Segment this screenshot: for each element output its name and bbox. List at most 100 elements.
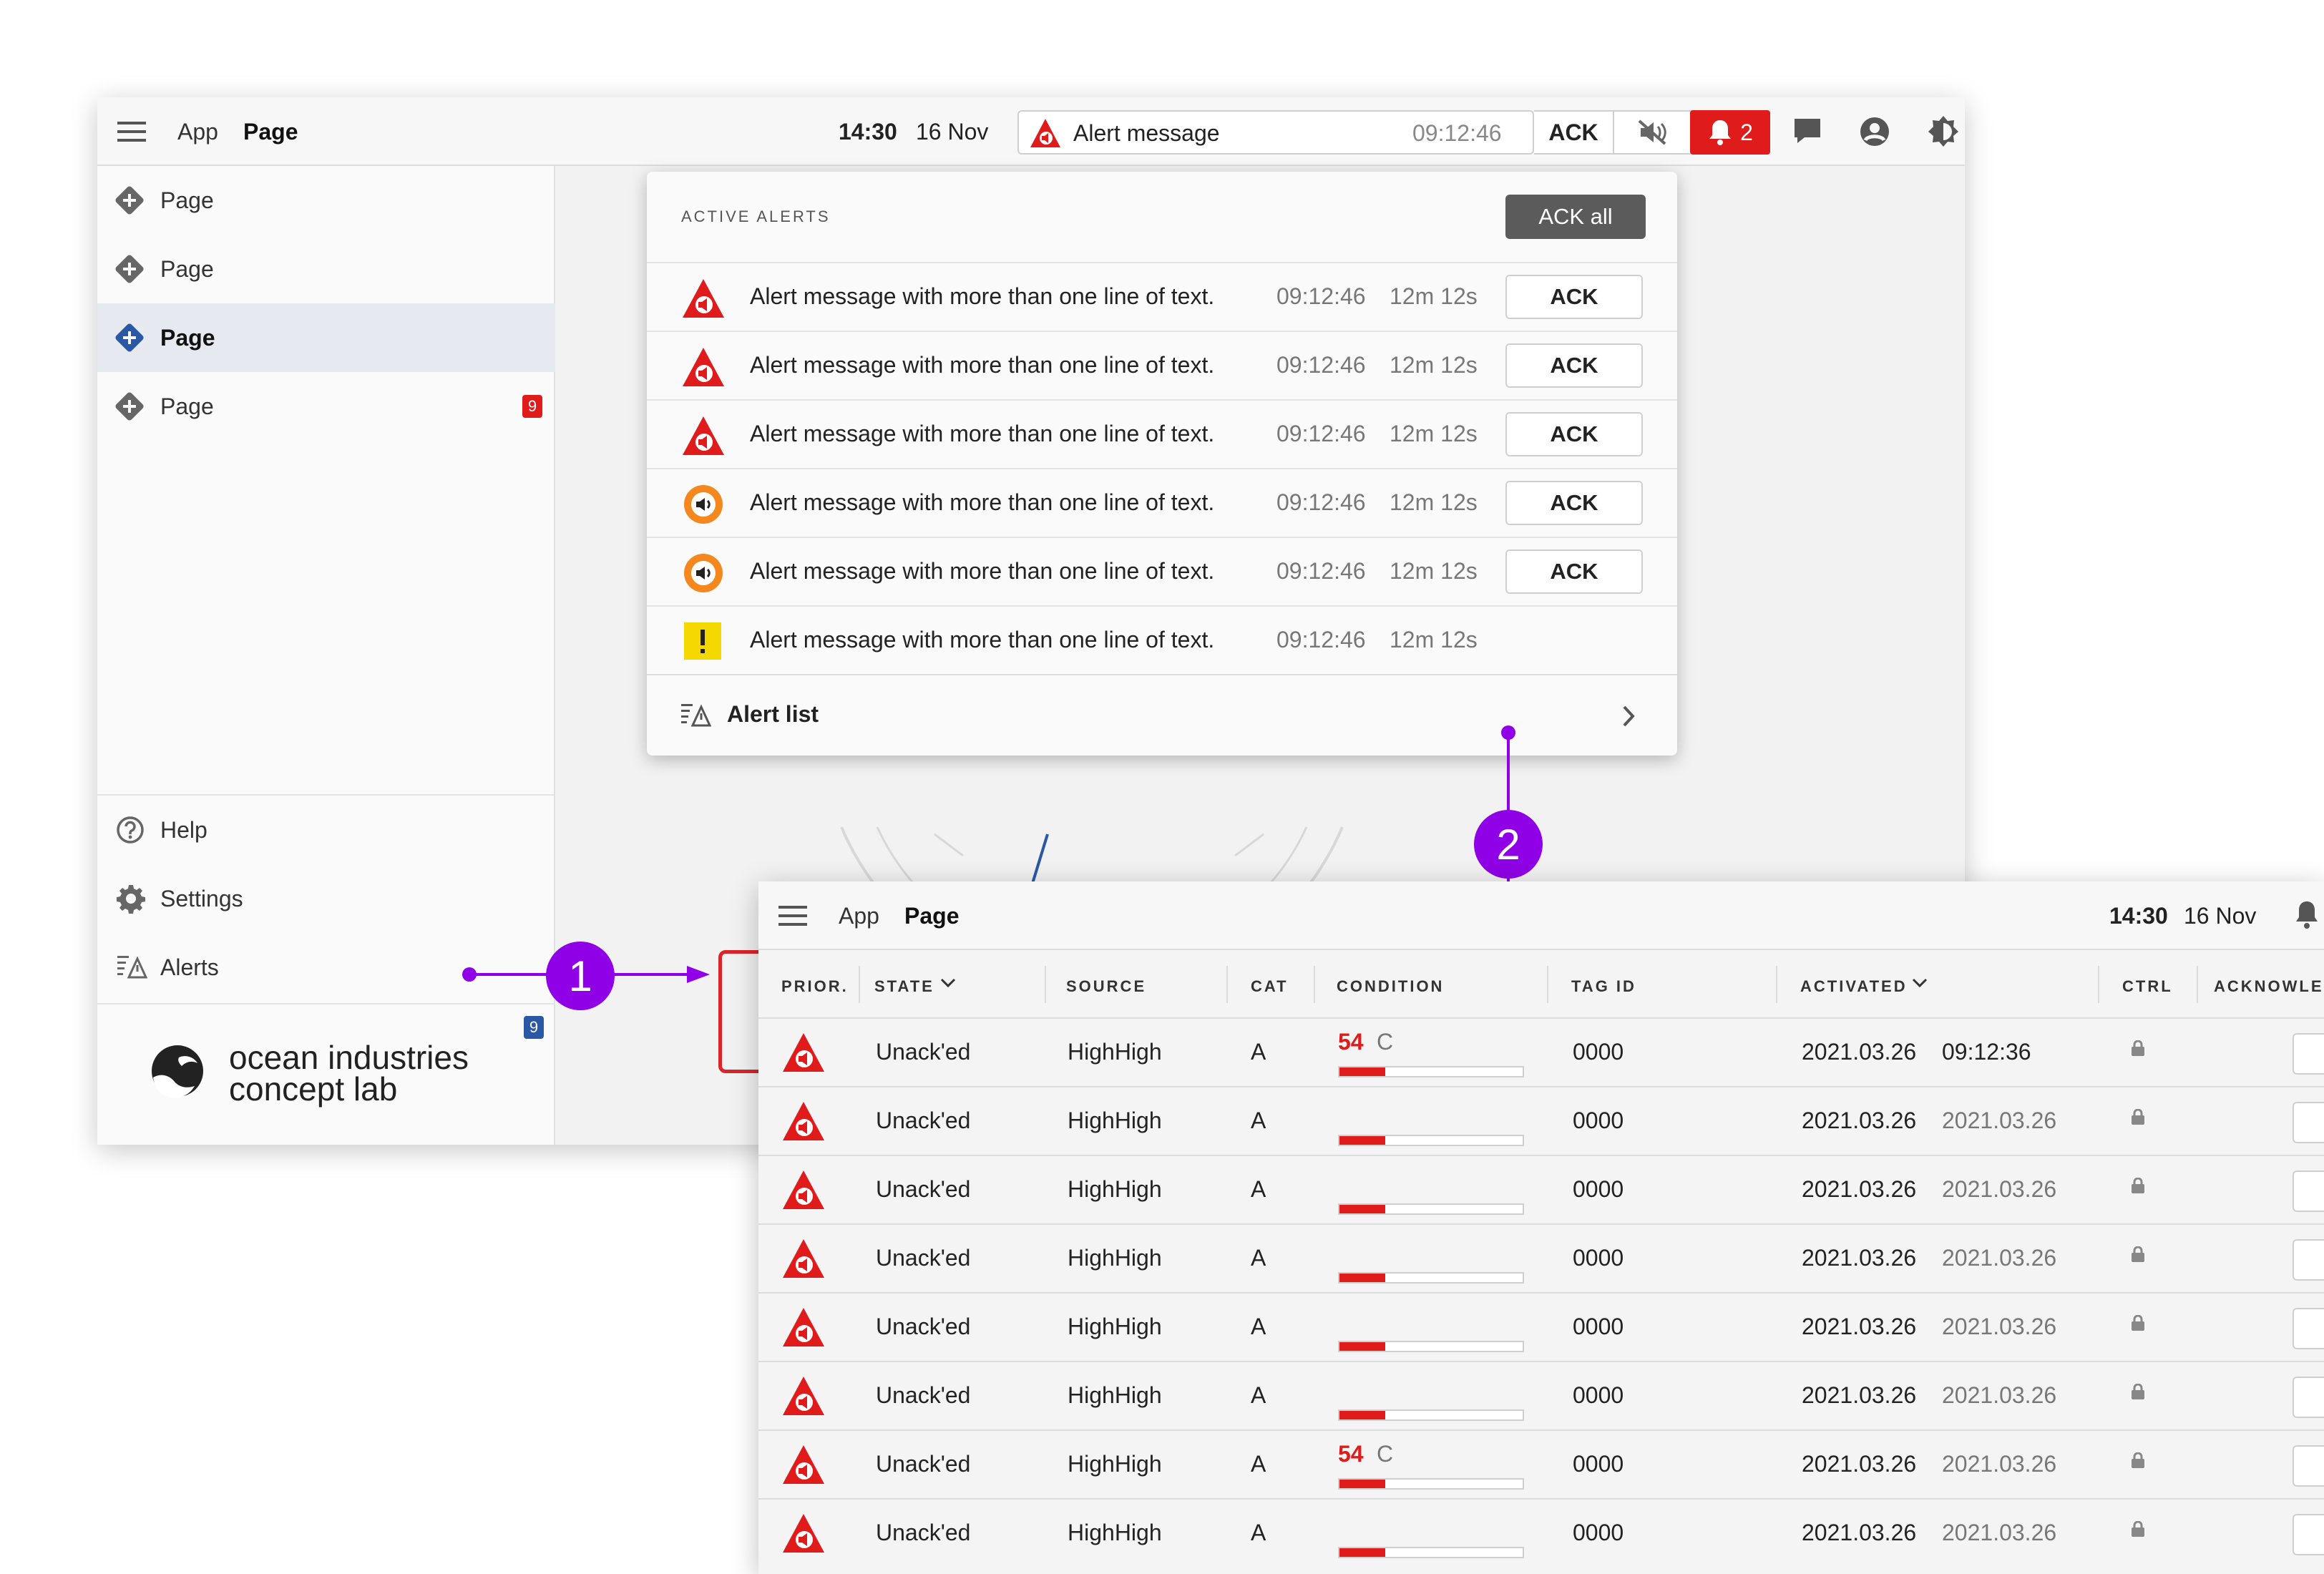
alert-message: Alert message with more than one line of… — [750, 283, 1215, 309]
lock-icon — [2132, 1040, 2144, 1056]
panel-title: ACTIVE ALERTS — [681, 207, 831, 225]
cell-activated-time: 09:12:36 — [1942, 1039, 2031, 1065]
alert-duration: 12m 12s — [1390, 558, 1478, 584]
cell-state: Unack'ed — [876, 1108, 971, 1133]
alert-message: Alert message with more than one line of… — [750, 421, 1215, 446]
top-bar: App Page 14:30 16 Nov Alert message 09:1… — [97, 97, 1965, 166]
sidebar-item-page-3[interactable]: Page — [97, 303, 555, 372]
row-ack-button[interactable] — [2293, 1377, 2324, 1418]
row-ack-button[interactable] — [2293, 1102, 2324, 1143]
table-row[interactable]: Unack'ed HighHigh A 0000 2021.03.26 2021.03.2… — [758, 1361, 2324, 1429]
alert-list-icon — [681, 704, 711, 727]
sidebar-item-help[interactable]: Help — [97, 796, 555, 864]
row-ack-button[interactable] — [2293, 1170, 2324, 1212]
row-ack-button[interactable] — [2293, 1514, 2324, 1555]
table-row[interactable]: Unack'ed HighHigh A 54 C 0000 2021.03.26 2021.0… — [758, 1429, 2324, 1498]
cell-activated-time: 2021.03.26 — [1942, 1451, 2057, 1477]
column-header-ctrl[interactable]: CTRL — [2122, 977, 2173, 996]
alert-row[interactable]: Alert message with more than one line of… — [647, 331, 1677, 399]
table-row[interactable]: Unack'ed HighHigh A 0000 2021.03.26 2021.03.2… — [758, 1223, 2324, 1292]
alert-row[interactable]: Alert message with more than one line of… — [647, 399, 1677, 468]
cell-activated-date: 2021.03.26 — [1802, 1039, 1917, 1065]
cell-tag-id: 0000 — [1573, 1382, 1624, 1408]
sidebar-item-page-4[interactable]: Page 9 — [97, 372, 555, 441]
menu-icon[interactable] — [778, 906, 807, 926]
alert-row[interactable]: Alert message with more than one line of… — [647, 605, 1677, 674]
table-row[interactable]: Unack'ed HighHigh A 0000 2021.03.26 2021.03.2… — [758, 1155, 2324, 1223]
alerts-bell-button[interactable]: 2 — [1690, 110, 1770, 155]
sidebar-item-page-2[interactable]: Page — [97, 235, 555, 303]
column-header-activated[interactable]: ACTIVATED — [1800, 977, 1908, 996]
column-separator — [1776, 966, 1777, 1003]
cell-state: Unack'ed — [876, 1451, 971, 1477]
cell-state: Unack'ed — [876, 1520, 971, 1545]
app-name: App — [177, 119, 218, 145]
alert-row[interactable]: Alert message with more than one line of… — [647, 262, 1677, 331]
cell-state: Unack'ed — [876, 1245, 971, 1271]
table-row[interactable]: Unack'ed HighHigh A 54 C 0000 2021.03.26 09:12:… — [758, 1017, 2324, 1086]
alert-row[interactable]: Alert message with more than one line of… — [647, 468, 1677, 537]
alert-bar[interactable]: Alert message 09:12:46 — [1017, 110, 1534, 155]
cell-source: HighHigh — [1068, 1520, 1162, 1545]
table-row[interactable]: Unack'ed HighHigh A 0000 2021.03.26 2021.03.2… — [758, 1498, 2324, 1567]
cell-category: A — [1251, 1176, 1266, 1202]
column-header-cat[interactable]: CAT — [1251, 977, 1289, 996]
sidebar-item-settings[interactable]: Settings — [97, 864, 555, 933]
alert-row[interactable]: Alert message with more than one line of… — [647, 537, 1677, 605]
top-bar: App Page 14:30 16 Nov — [758, 881, 2324, 950]
row-ack-button[interactable] — [2293, 1308, 2324, 1349]
ocean-logo-icon — [152, 1045, 203, 1098]
sidebar-item-page-1[interactable]: Page — [97, 166, 555, 235]
alerts-count-badge: 9 — [524, 1016, 544, 1039]
mute-button[interactable] — [1614, 110, 1691, 155]
alert-bar-message: Alert message — [1073, 120, 1220, 146]
ack-button[interactable]: ACK — [1534, 110, 1614, 155]
alert-message: Alert message with more than one line of… — [750, 489, 1215, 515]
logo-line-2: concept lab — [229, 1070, 398, 1108]
column-header-condition[interactable]: CONDITION — [1337, 977, 1444, 996]
lock-icon — [2132, 1384, 2144, 1399]
alarm-icon — [783, 1514, 824, 1553]
alert-list-link[interactable]: Alert list — [647, 674, 1677, 756]
column-header-tag-id[interactable]: TAG ID — [1571, 977, 1636, 996]
column-header-state[interactable]: STATE — [874, 977, 934, 996]
user-icon[interactable] — [1859, 116, 1890, 147]
condition-unit: C — [1377, 1029, 1394, 1055]
alert-message: Alert message with more than one line of… — [750, 627, 1215, 652]
brightness-icon[interactable] — [1926, 114, 1961, 149]
table-row[interactable]: Unack'ed HighHigh A 0000 2021.03.26 2021.03.2… — [758, 1292, 2324, 1361]
row-ack-button[interactable] — [2293, 1445, 2324, 1487]
bell-icon[interactable] — [2294, 900, 2320, 930]
chat-icon[interactable] — [1792, 116, 1823, 146]
menu-icon[interactable] — [117, 122, 146, 142]
alert-ack-button[interactable]: ACK — [1505, 343, 1643, 388]
alert-ack-button[interactable]: ACK — [1505, 412, 1643, 456]
cell-category: A — [1251, 1245, 1266, 1271]
sidebar-item-alerts[interactable]: Alerts — [97, 933, 555, 1002]
row-ack-button[interactable] — [2293, 1239, 2324, 1281]
cell-activated-date: 2021.03.26 — [1802, 1382, 1917, 1408]
column-header-priority[interactable]: PRIOR. — [781, 977, 849, 996]
cell-category: A — [1251, 1314, 1266, 1339]
table-row[interactable]: Unack'ed HighHigh A 0000 2021.03.26 2021.03.2… — [758, 1086, 2324, 1155]
alert-ack-button[interactable]: ACK — [1505, 275, 1643, 319]
alert-ack-button[interactable]: ACK — [1505, 481, 1643, 525]
alert-list-label: Alert list — [727, 701, 819, 727]
page-icon — [114, 253, 145, 285]
condition-bar-fill — [1339, 1067, 1385, 1076]
cell-state: Unack'ed — [876, 1176, 971, 1202]
sidebar-item-label: Settings — [160, 885, 243, 911]
sidebar-item-label: Page — [160, 255, 214, 282]
cell-state: Unack'ed — [876, 1039, 971, 1065]
alert-bar-time: 09:12:46 — [1412, 120, 1502, 146]
alarm-icon — [783, 1170, 824, 1209]
page-title: Page — [243, 119, 298, 145]
alert-duration: 12m 12s — [1390, 283, 1478, 309]
column-header-source[interactable]: SOURCE — [1066, 977, 1146, 996]
alarm-icon — [783, 1377, 824, 1415]
column-header-acknowledge[interactable]: ACKNOWLE — [2214, 977, 2324, 996]
alert-ack-button[interactable]: ACK — [1505, 549, 1643, 594]
cell-source: HighHigh — [1068, 1314, 1162, 1339]
row-ack-button[interactable] — [2293, 1033, 2324, 1075]
ack-all-button[interactable]: ACK all — [1505, 195, 1646, 239]
